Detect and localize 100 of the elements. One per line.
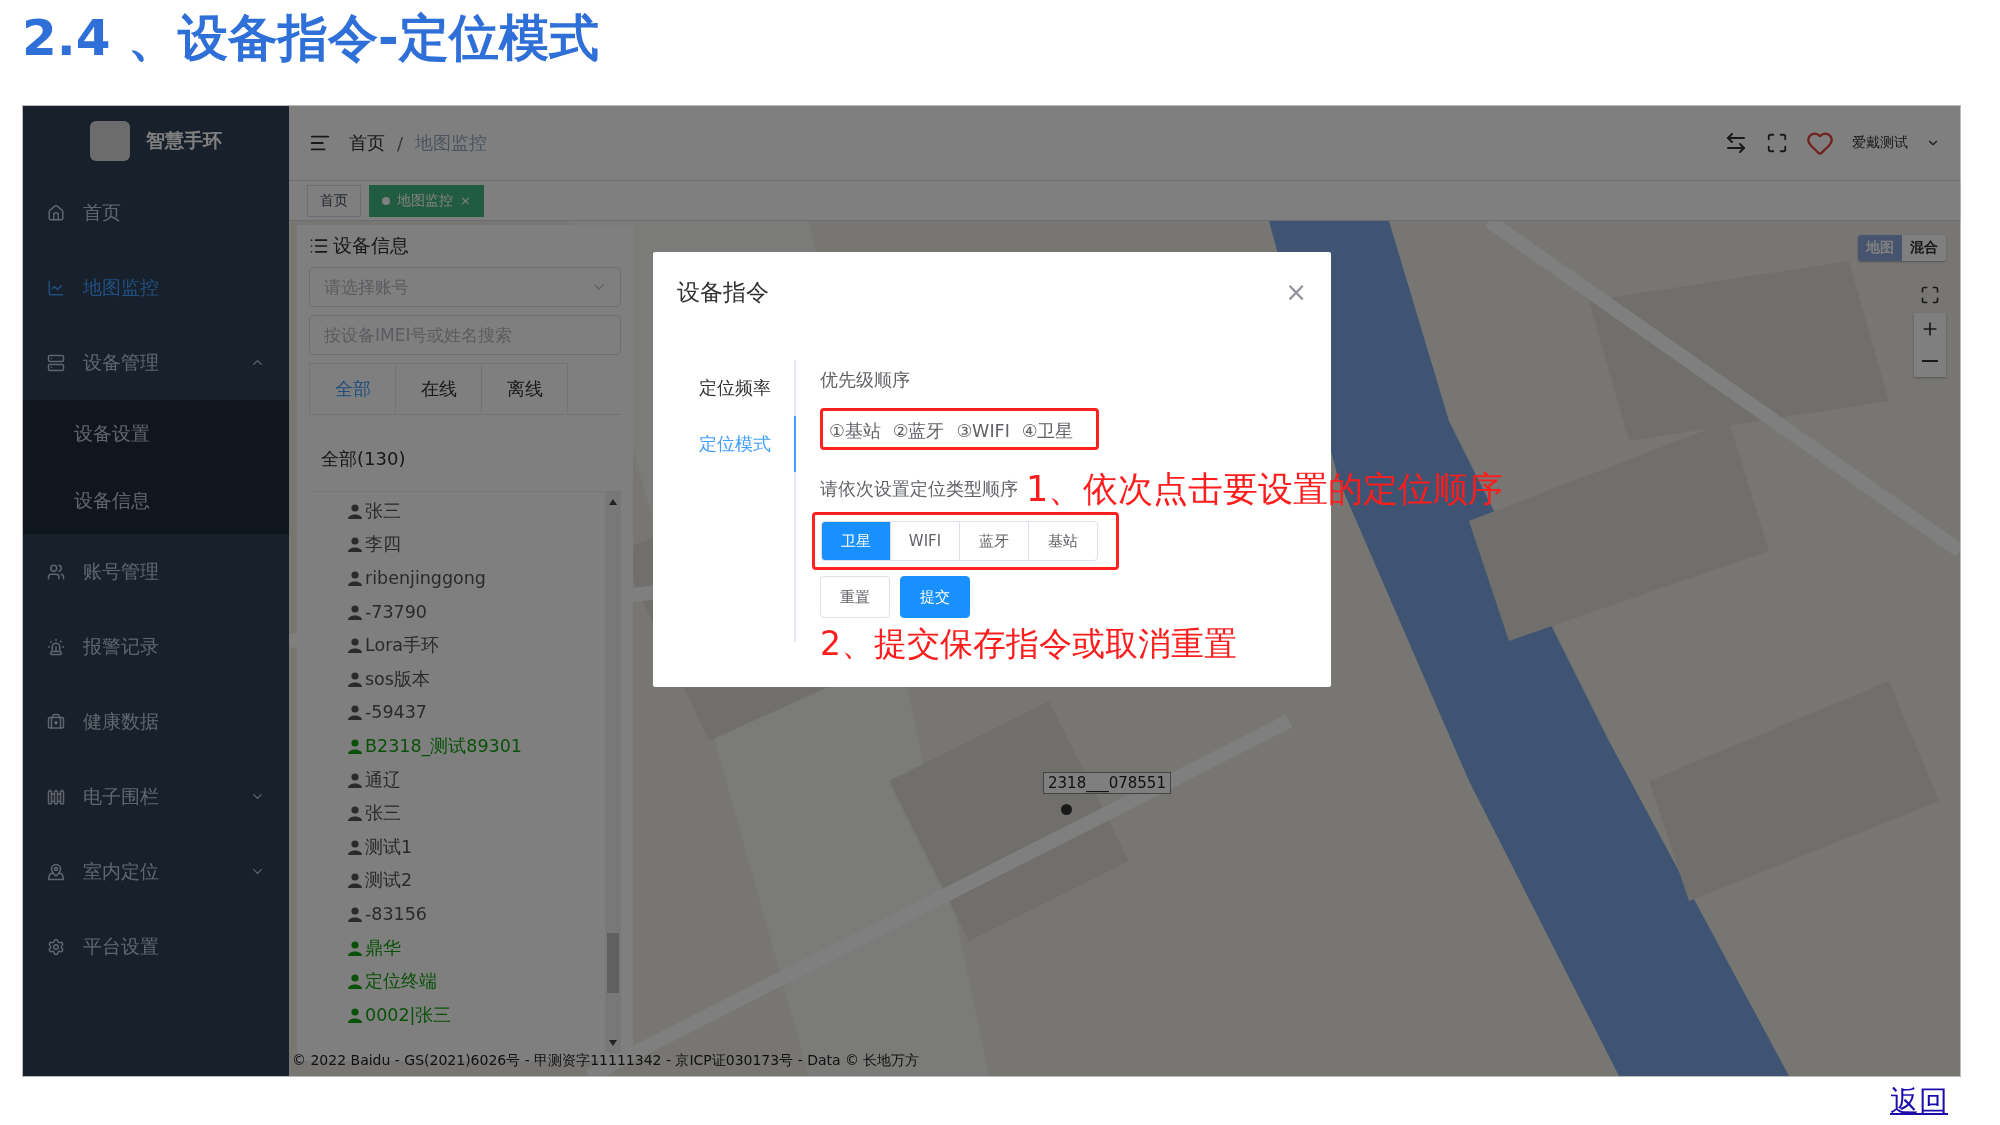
user-name[interactable]: 爱戴测试: [1852, 134, 1908, 152]
person-icon: [347, 905, 363, 922]
device-item[interactable]: B2318_测试89301: [347, 729, 605, 763]
zoom-in-button[interactable]: [1914, 313, 1946, 345]
device-item[interactable]: 测试1: [347, 829, 605, 864]
active-dot: [382, 196, 390, 205]
map-pin-icon: [47, 862, 65, 881]
device-item[interactable]: -59437: [347, 695, 605, 730]
submenu-item[interactable]: 设备信息: [23, 467, 289, 534]
sidebar-item[interactable]: 账号管理: [23, 534, 289, 609]
priority-item: ①基站: [829, 420, 881, 443]
person-icon: [347, 838, 363, 855]
device-item[interactable]: ribenjinggong: [347, 561, 605, 595]
device-item[interactable]: sos版本: [347, 661, 605, 696]
device-item[interactable]: 李四: [347, 527, 605, 562]
priority-item: ②蓝牙: [892, 420, 945, 443]
dialog-tab[interactable]: 定位频率: [677, 360, 796, 416]
device-item[interactable]: -73790: [347, 594, 605, 629]
tab-label: 地图监控: [397, 191, 453, 210]
priority-label: 优先级顺序: [820, 369, 911, 392]
siren-icon: [47, 637, 65, 656]
filter-tab[interactable]: 在线: [395, 363, 482, 414]
device-item[interactable]: -83156: [347, 897, 605, 931]
person-icon: [347, 771, 363, 788]
person-icon: [347, 805, 363, 822]
app-name: 智慧手环: [146, 127, 222, 153]
device-item[interactable]: Lora手环: [347, 628, 605, 662]
sidebar-item[interactable]: 平台设置: [23, 909, 289, 984]
type-option[interactable]: 蓝牙: [959, 521, 1029, 561]
device-item[interactable]: 定位终端: [347, 964, 605, 998]
device-item[interactable]: 张三: [347, 494, 605, 528]
fullscreen-icon[interactable]: [1766, 132, 1788, 154]
sidebar-item[interactable]: 电子围栏: [23, 759, 289, 834]
sidebar-item[interactable]: 报警记录: [23, 609, 289, 684]
device-item[interactable]: 鼎华: [347, 930, 605, 965]
person-icon: [347, 536, 363, 553]
heart-icon[interactable]: [1806, 129, 1834, 157]
sidebar-item[interactable]: 设备管理: [23, 325, 289, 400]
switch-icon[interactable]: [1724, 131, 1748, 155]
type-option[interactable]: WIFI: [890, 521, 960, 561]
users-icon: [47, 562, 65, 581]
fence-icon: [47, 787, 65, 806]
order-prompt: 请依次设置定位类型顺序: [820, 478, 1018, 501]
person-icon: [347, 570, 363, 586]
scroll-up-icon[interactable]: [608, 498, 618, 506]
type-option[interactable]: 卫星: [821, 521, 891, 561]
chart-icon: [47, 278, 65, 297]
sidebar-item[interactable]: 室内定位: [23, 834, 289, 909]
scroll-down-icon[interactable]: [608, 1039, 618, 1047]
device-item[interactable]: 测试2: [347, 863, 605, 898]
group-label: 全部(130): [320, 447, 407, 471]
person-icon: [347, 737, 363, 754]
type-option[interactable]: 基站: [1028, 521, 1098, 561]
filter-tab[interactable]: 全部: [309, 363, 396, 414]
marker-label: 2318___078551: [1043, 772, 1171, 794]
tab-label: 首页: [320, 191, 348, 210]
home-icon: [47, 203, 65, 222]
list-icon: [309, 236, 329, 256]
reset-button[interactable]: 重置: [820, 576, 890, 618]
close-button[interactable]: ×: [1285, 277, 1307, 307]
device-item[interactable]: 张三: [347, 796, 605, 830]
dialog-title: 设备指令: [677, 277, 769, 307]
page-tab[interactable]: 地图监控 ×: [369, 184, 484, 217]
sidebar-item[interactable]: 地图监控: [23, 250, 289, 325]
dialog-tab[interactable]: 定位模式: [677, 416, 796, 472]
person-icon: [347, 1006, 363, 1023]
filter-tab[interactable]: 离线: [481, 363, 568, 414]
scrollbar[interactable]: [605, 492, 621, 1053]
panel-title: 设备信息: [333, 233, 409, 258]
person-icon: [347, 670, 363, 687]
person-icon: [347, 872, 363, 889]
breadcrumb-separator: /: [397, 132, 404, 154]
annotation-text: 2、提交保存指令或取消重置: [820, 623, 1238, 665]
priority-item: ④卫星: [1021, 420, 1074, 443]
scroll-thumb[interactable]: [607, 933, 619, 993]
person-icon: [347, 704, 363, 721]
zoom-out-button[interactable]: [1914, 345, 1946, 377]
device-item[interactable]: 通辽: [347, 762, 605, 797]
settings-icon: [47, 937, 65, 956]
person-icon: [347, 939, 363, 956]
person-icon: [347, 973, 363, 990]
device-item[interactable]: 0002|张三: [347, 997, 605, 1032]
map-type-toggle[interactable]: 混合: [1902, 235, 1946, 261]
page-title: 2.4 、设备指令-定位模式: [21, 8, 600, 69]
priority-item: ③WIFI: [956, 421, 1010, 441]
minus-icon: [1922, 360, 1938, 362]
sidebar-item[interactable]: 健康数据: [23, 684, 289, 759]
page-tab[interactable]: 首页: [307, 184, 361, 217]
server-icon: [47, 353, 65, 372]
tab-close[interactable]: ×: [460, 193, 471, 208]
person-icon: [347, 502, 363, 519]
fullscreen-icon[interactable]: [1920, 285, 1940, 305]
sidebar-item[interactable]: 首页: [23, 175, 289, 250]
submenu-item[interactable]: 设备设置: [23, 400, 289, 467]
person-icon: [347, 603, 363, 620]
breadcrumb-link[interactable]: 首页: [349, 131, 385, 155]
submit-button[interactable]: 提交: [900, 576, 970, 618]
logo-icon: [90, 120, 130, 161]
marker-dot[interactable]: [1061, 804, 1072, 815]
back-link[interactable]: 返回: [1890, 1082, 1948, 1122]
